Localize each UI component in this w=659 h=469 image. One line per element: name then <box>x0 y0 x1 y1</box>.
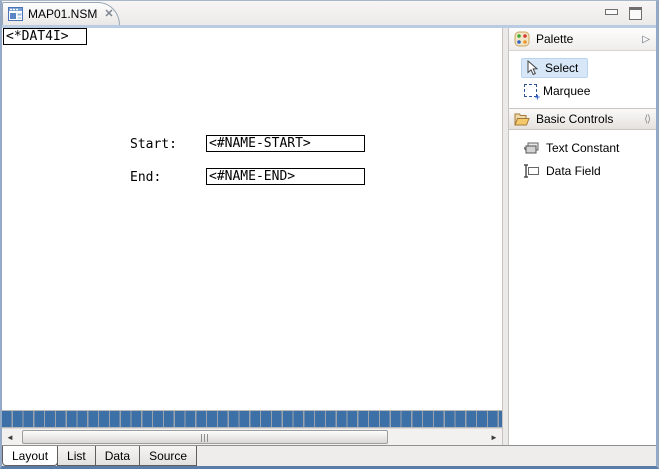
tab-list[interactable]: List <box>57 446 96 466</box>
cursor-arrow-icon <box>524 59 539 76</box>
drawer-title: Basic Controls <box>536 112 614 126</box>
close-icon[interactable]: ✕ <box>104 8 113 20</box>
drawer-pin-icon[interactable]: ⟨⟩ <box>644 114 651 125</box>
scroll-right-icon[interactable]: ► <box>486 429 502 445</box>
scrollbar-thumb[interactable] <box>22 430 388 444</box>
data-field-name-end[interactable]: <#NAME-END> <box>206 168 365 185</box>
data-field-icon <box>524 163 540 178</box>
palette-panel: Palette ▷ Select + Marquee Basic Control… <box>509 28 656 445</box>
horizontal-scrollbar[interactable]: ◄ ► <box>2 428 502 445</box>
tool-data-field-label: Data Field <box>546 163 601 178</box>
maximize-icon[interactable] <box>629 7 642 20</box>
text-constant-start[interactable]: Start: <box>130 137 177 152</box>
tool-marquee-label: Marquee <box>543 83 591 98</box>
marquee-icon <box>524 84 540 102</box>
tool-data-field[interactable]: Data Field <box>509 159 656 182</box>
editor-tab-strip: MAP01.NSM ✕ <box>2 1 656 25</box>
palette-sash[interactable] <box>502 28 509 445</box>
tab-data[interactable]: Data <box>94 446 141 466</box>
text-constant-icon <box>524 142 540 154</box>
page-tab-bar: Layout List Data Source <box>2 445 656 466</box>
palette-header[interactable]: Palette ▷ <box>509 28 656 51</box>
data-field-name-start[interactable]: <#NAME-START> <box>206 135 365 152</box>
palette-collapse-icon[interactable]: ▷ <box>642 34 650 45</box>
tool-marquee[interactable]: Marquee <box>509 79 656 102</box>
tab-layout[interactable]: Layout <box>2 446 59 466</box>
text-constant-end[interactable]: End: <box>130 170 161 185</box>
scrollbar-grip-icon <box>201 434 209 442</box>
map-editor-window: MAP01.NSM ✕ <*DAT4I> Start: <#NAME-START… <box>0 0 659 469</box>
date-literal-box[interactable]: <*DAT4I> <box>3 28 87 45</box>
open-folder-icon <box>514 113 530 126</box>
tool-select-label: Select <box>545 60 579 75</box>
map-editor-icon <box>8 7 23 21</box>
minimize-icon[interactable] <box>605 7 618 19</box>
row-ruler-stripe <box>2 410 502 428</box>
editor-tab-title: MAP01.NSM <box>28 7 98 21</box>
drawer-basic-controls[interactable]: Basic Controls ⟨⟩ <box>509 108 656 130</box>
tool-text-constant[interactable]: Text Constant <box>509 136 656 159</box>
palette-title: Palette <box>536 32 574 46</box>
editor-pane: <*DAT4I> Start: <#NAME-START> End: <#NAM… <box>2 28 502 445</box>
palette-icon <box>514 31 530 47</box>
tool-select[interactable]: Select <box>509 56 656 79</box>
tab-source[interactable]: Source <box>139 446 198 466</box>
tool-text-constant-label: Text Constant <box>546 140 620 155</box>
map-canvas[interactable]: <*DAT4I> Start: <#NAME-START> End: <#NAM… <box>2 28 502 410</box>
scroll-left-icon[interactable]: ◄ <box>2 429 18 445</box>
tab-bar-filler <box>197 446 656 466</box>
editor-tab-map01[interactable]: MAP01.NSM ✕ <box>2 2 120 25</box>
